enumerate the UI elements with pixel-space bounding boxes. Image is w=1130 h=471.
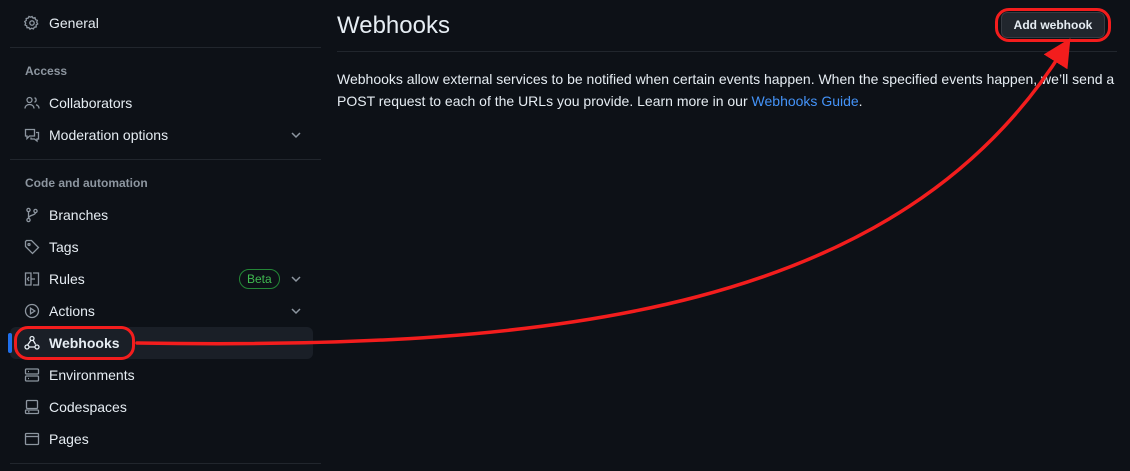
description-end: . xyxy=(858,92,863,109)
comment-discussion-icon xyxy=(24,127,40,143)
description-text: Webhooks allow external services to be n… xyxy=(337,71,1115,109)
people-icon xyxy=(24,95,40,111)
sidebar-item-branches[interactable]: Branches xyxy=(10,199,313,231)
webhook-icon xyxy=(24,335,40,351)
sidebar-item-label: Moderation options xyxy=(49,127,169,143)
sidebar-item-general[interactable]: General xyxy=(10,7,313,39)
webhooks-guide-link[interactable]: Webhooks Guide xyxy=(752,93,859,109)
play-icon xyxy=(24,303,40,319)
sidebar-item-label: Branches xyxy=(49,207,109,223)
tag-icon xyxy=(24,239,40,255)
server-icon xyxy=(24,367,40,383)
sidebar-item-label: Collaborators xyxy=(49,95,133,111)
sidebar-item-tags[interactable]: Tags xyxy=(10,231,313,263)
sidebar-item-label: Tags xyxy=(49,239,79,255)
chevron-down-icon[interactable] xyxy=(288,127,304,143)
sidebar-item-label: Codespaces xyxy=(49,399,127,415)
browser-icon xyxy=(24,431,40,447)
chevron-down-icon[interactable] xyxy=(288,303,304,319)
divider xyxy=(10,463,321,464)
sidebar-item-rules[interactable]: Rules Beta xyxy=(10,263,313,295)
codespaces-icon xyxy=(24,399,40,415)
section-title-access: Access xyxy=(25,64,68,78)
sidebar-item-actions[interactable]: Actions xyxy=(10,295,313,327)
sidebar-item-codespaces[interactable]: Codespaces xyxy=(10,391,313,423)
divider xyxy=(10,47,321,48)
divider xyxy=(337,51,1117,52)
chevron-down-icon[interactable] xyxy=(288,271,304,287)
sidebar-item-label: Rules xyxy=(49,271,85,287)
sidebar-item-collaborators[interactable]: Collaborators xyxy=(10,87,313,119)
section-title-code-automation: Code and automation xyxy=(25,176,148,190)
gear-icon xyxy=(24,15,40,31)
sidebar-item-label: Webhooks xyxy=(49,335,120,351)
beta-badge: Beta xyxy=(239,269,280,289)
sidebar-item-webhooks[interactable]: Webhooks xyxy=(8,327,313,359)
git-branch-icon xyxy=(24,207,40,223)
description: Webhooks allow external services to be n… xyxy=(337,69,1117,112)
sidebar-item-pages[interactable]: Pages xyxy=(10,423,313,455)
sidebar-item-label: General xyxy=(49,15,99,31)
sidebar-item-environments[interactable]: Environments xyxy=(10,359,313,391)
add-webhook-button[interactable]: Add webhook xyxy=(1001,12,1105,38)
sidebar-item-label: Environments xyxy=(49,367,135,383)
page-title: Webhooks xyxy=(337,12,450,39)
settings-sidebar: General Access Collaborators Moderation … xyxy=(0,0,322,471)
divider xyxy=(10,159,321,160)
sidebar-item-label: Pages xyxy=(49,431,89,447)
rules-icon xyxy=(24,271,40,287)
sidebar-item-label: Actions xyxy=(49,303,95,319)
sidebar-item-moderation[interactable]: Moderation options xyxy=(10,119,313,151)
active-indicator xyxy=(8,333,12,353)
